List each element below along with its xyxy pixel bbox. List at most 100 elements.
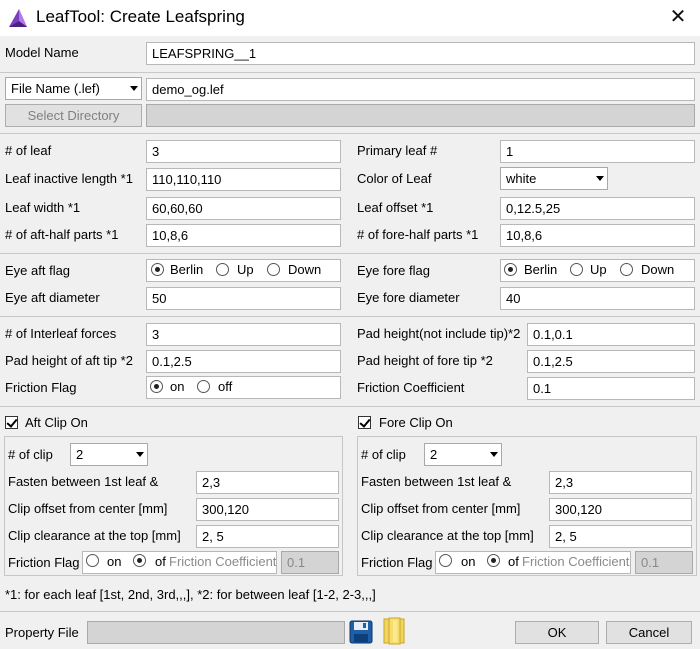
fore-num-clip-select[interactable]: 2 [424, 443, 502, 466]
fore-num-clip-label: # of clip [361, 447, 406, 462]
aft-half-parts-input[interactable]: 10,8,6 [146, 224, 341, 247]
file-name-input[interactable]: demo_og.lef [146, 78, 695, 101]
chevron-down-icon [490, 452, 498, 457]
close-button[interactable]: ✕ [664, 4, 692, 32]
primary-leaf-label: Primary leaf # [357, 143, 438, 158]
aft-fasten-input[interactable]: 2,3 [196, 471, 339, 494]
cancel-button[interactable]: Cancel [606, 621, 692, 644]
fore-half-parts-label: # of fore-half parts *1 [357, 227, 479, 242]
select-directory-button[interactable]: Select Directory [5, 104, 142, 127]
eye-fore-berlin-label: Berlin [524, 262, 558, 277]
friction-on-radio[interactable] [150, 380, 163, 393]
pad-height-aft-tip-input[interactable]: 0.1,2.5 [146, 350, 341, 373]
aft-friction-off-label: of [155, 554, 166, 569]
fore-friction-on-label: on [461, 554, 476, 569]
interleaf-forces-label: # of Interleaf forces [5, 326, 117, 341]
eye-aft-up-radio[interactable] [216, 263, 229, 276]
eye-fore-down-radio[interactable] [620, 263, 633, 276]
friction-off-label: off [218, 379, 233, 394]
pad-height-aft-tip-label: Pad height of aft tip *2 [5, 353, 133, 368]
eye-aft-berlin-label: Berlin [170, 262, 204, 277]
eye-aft-diameter-label: Eye aft diameter [5, 290, 100, 305]
pad-height-label: Pad height(not include tip)*2 [357, 326, 521, 341]
leaf-color-select[interactable]: white [500, 167, 608, 190]
file-type-select[interactable]: File Name (.lef) [5, 77, 142, 100]
eye-fore-diameter-input[interactable]: 40 [500, 287, 695, 310]
divider [0, 253, 700, 254]
aft-clip-offset-input[interactable]: 300,120 [196, 498, 339, 521]
eye-aft-flag-label: Eye aft flag [5, 263, 71, 278]
aft-fasten-label: Fasten between 1st leaf & [8, 474, 159, 489]
chevron-down-icon [596, 176, 604, 181]
eye-aft-diameter-input[interactable]: 50 [146, 287, 341, 310]
fore-clip-offset-label: Clip offset from center [mm] [361, 501, 521, 516]
interleaf-forces-input[interactable]: 3 [146, 323, 341, 346]
property-file-label: Property File [5, 625, 79, 640]
fore-fasten-input[interactable]: 2,3 [549, 471, 692, 494]
aft-num-clip-select[interactable]: 2 [70, 443, 148, 466]
divider [0, 72, 700, 73]
aft-clip-offset-label: Clip offset from center [mm] [8, 501, 168, 516]
aft-num-clip-label: # of clip [8, 447, 53, 462]
pad-height-fore-tip-label: Pad height of fore tip *2 [357, 353, 493, 368]
fore-num-clip-value: 2 [430, 447, 438, 462]
directory-field [146, 104, 695, 127]
pad-height-input[interactable]: 0.1,0.1 [527, 323, 695, 346]
fore-friction-off-radio[interactable] [487, 554, 500, 567]
eye-fore-down-label: Down [641, 262, 675, 277]
eye-aft-berlin-radio[interactable] [151, 263, 164, 276]
leaf-inactive-length-label: Leaf inactive length *1 [5, 171, 133, 186]
eye-fore-diameter-label: Eye fore diameter [357, 290, 460, 305]
fore-friction-off-label: of [508, 554, 519, 569]
window-title: LeafTool: Create Leafspring [36, 7, 245, 26]
eye-aft-up-label: Up [237, 262, 254, 277]
folder-open-icon[interactable] [380, 617, 408, 645]
aft-friction-coef-label: Friction Coefficient [169, 554, 277, 569]
leaf-offset-label: Leaf offset *1 [357, 200, 434, 215]
fore-half-parts-input[interactable]: 10,8,6 [500, 224, 695, 247]
fore-clip-clearance-input[interactable]: 2, 5 [549, 525, 692, 548]
footnote: *1: for each leaf [1st, 2nd, 3rd,,,], *2… [5, 587, 376, 602]
file-type-value: File Name (.lef) [11, 81, 100, 96]
aft-friction-on-label: on [107, 554, 122, 569]
eye-fore-berlin-radio[interactable] [504, 263, 517, 276]
leaf-width-input[interactable]: 60,60,60 [146, 197, 341, 220]
num-leaf-label: # of leaf [5, 143, 52, 158]
num-leaf-input[interactable]: 3 [146, 140, 341, 163]
property-file-field [87, 621, 345, 644]
friction-on-label: on [170, 379, 185, 394]
friction-coefficient-input[interactable]: 0.1 [527, 377, 695, 400]
fore-friction-flag-label: Friction Flag [361, 555, 433, 570]
aft-clip-clearance-label: Clip clearance at the top [mm] [8, 528, 181, 543]
aft-clip-label: Aft Clip On [25, 415, 88, 430]
fore-friction-on-radio[interactable] [439, 554, 452, 567]
eye-fore-up-label: Up [590, 262, 607, 277]
fore-fasten-label: Fasten between 1st leaf & [361, 474, 512, 489]
divider [0, 133, 700, 134]
divider [0, 316, 700, 317]
model-name-label: Model Name [5, 45, 79, 60]
app-logo-icon [9, 9, 27, 27]
eye-fore-flag-label: Eye fore flag [357, 263, 430, 278]
friction-off-radio[interactable] [197, 380, 210, 393]
ok-button[interactable]: OK [515, 621, 599, 644]
aft-friction-on-radio[interactable] [86, 554, 99, 567]
model-name-input[interactable]: LEAFSPRING__1 [146, 42, 695, 65]
primary-leaf-input[interactable]: 1 [500, 140, 695, 163]
eye-fore-up-radio[interactable] [570, 263, 583, 276]
pad-height-fore-tip-input[interactable]: 0.1,2.5 [527, 350, 695, 373]
fore-clip-offset-input[interactable]: 300,120 [549, 498, 692, 521]
aft-friction-off-radio[interactable] [133, 554, 146, 567]
eye-aft-down-radio[interactable] [267, 263, 280, 276]
fore-clip-checkbox[interactable] [358, 416, 371, 429]
save-icon[interactable] [348, 619, 374, 645]
leaf-offset-input[interactable]: 0,12.5,25 [500, 197, 695, 220]
aft-friction-flag-label: Friction Flag [8, 555, 80, 570]
leaf-inactive-length-input[interactable]: 110,110,110 [146, 168, 341, 191]
aft-clip-clearance-input[interactable]: 2, 5 [196, 525, 339, 548]
fore-clip-label: Fore Clip On [379, 415, 453, 430]
friction-flag-label: Friction Flag [5, 380, 77, 395]
leaf-width-label: Leaf width *1 [5, 200, 81, 215]
leaf-color-value: white [506, 171, 537, 186]
aft-clip-checkbox[interactable] [5, 416, 18, 429]
